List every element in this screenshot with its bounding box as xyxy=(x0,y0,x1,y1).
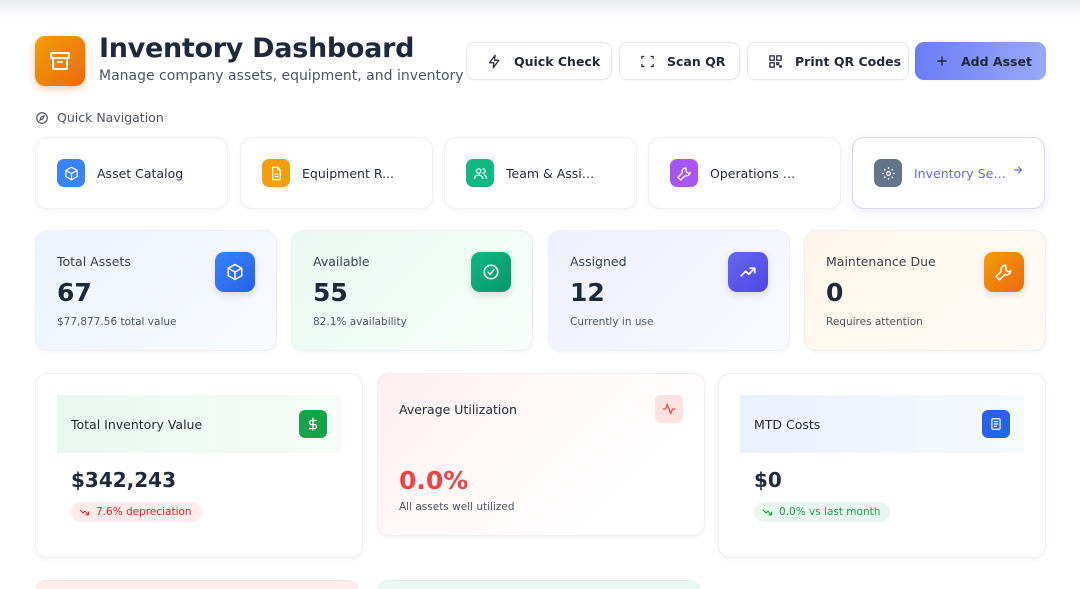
scan-icon xyxy=(641,55,654,67)
scan-qr-label: Scan QR xyxy=(667,53,726,69)
stat-card-maintenance-due[interactable]: Maintenance Due 0 Requires attention xyxy=(804,230,1046,351)
trending-down-icon xyxy=(79,509,90,515)
metric-label: MTD Costs xyxy=(754,416,821,432)
metric-header: Total Inventory Value xyxy=(57,395,341,453)
arrow-right-icon xyxy=(1013,166,1023,174)
metric-card-mtd-costs[interactable]: MTD Costs $0 0.0% vs last month xyxy=(718,373,1046,558)
wrench-icon xyxy=(670,159,698,187)
stat-value: 67 xyxy=(57,278,92,307)
check-circle-icon xyxy=(471,252,511,292)
activity-icon xyxy=(655,395,683,423)
metric-value: $0 xyxy=(754,468,782,492)
mtd-change-badge: 0.0% vs last month xyxy=(754,502,891,522)
stat-subtext: 82.1% availability xyxy=(313,316,407,328)
stat-label: Assigned xyxy=(570,254,627,269)
nav-card-label: Equipment R... xyxy=(302,165,394,181)
metric-label: Average Utilization xyxy=(399,402,517,417)
print-qr-codes-label: Print QR Codes xyxy=(795,53,902,69)
compass-icon xyxy=(36,111,48,124)
depreciation-text: 7.6% depreciation xyxy=(96,506,192,518)
stat-card-total-assets[interactable]: Total Assets 67 $77,877.56 total value xyxy=(35,230,277,351)
scan-qr-button[interactable]: Scan QR xyxy=(619,42,740,80)
stat-value: 12 xyxy=(570,278,605,307)
archive-icon xyxy=(35,36,85,86)
qr-code-icon xyxy=(769,54,782,68)
stat-subtext: $77,877.56 total value xyxy=(57,316,177,328)
print-qr-codes-button[interactable]: Print QR Codes xyxy=(747,42,909,80)
quick-check-label: Quick Check xyxy=(514,53,601,69)
card-partial-bottom-left xyxy=(35,580,359,589)
add-asset-label: Add Asset xyxy=(961,53,1032,69)
plus-icon xyxy=(937,56,947,66)
metric-subtext: All assets well utilized xyxy=(399,501,515,513)
nav-card-operations[interactable]: Operations C... xyxy=(648,137,841,209)
box-icon xyxy=(215,252,255,292)
metric-label: Total Inventory Value xyxy=(71,416,203,432)
page-title: Inventory Dashboard xyxy=(99,33,415,64)
window-top-shadow xyxy=(0,0,1080,18)
metric-value: $342,243 xyxy=(71,468,177,492)
quick-check-button[interactable]: Quick Check xyxy=(466,42,612,80)
trending-down-icon xyxy=(762,509,773,515)
stat-subtext: Requires attention xyxy=(826,316,923,328)
nav-card-inventory-settings[interactable]: Inventory Set... xyxy=(852,137,1045,209)
document-icon xyxy=(262,159,290,187)
nav-card-label: Team & Assig... xyxy=(506,165,598,181)
dollar-icon xyxy=(299,410,327,438)
metric-value: 0.0% xyxy=(399,466,469,495)
metric-header: MTD Costs xyxy=(740,395,1024,453)
nav-card-label: Asset Catalog xyxy=(97,165,184,181)
lightning-icon xyxy=(488,54,500,68)
quick-navigation-heading: Quick Navigation xyxy=(35,110,164,125)
metric-card-average-utilization[interactable]: Average Utilization 0.0% All assets well… xyxy=(377,373,705,536)
stat-value: 55 xyxy=(313,278,348,307)
nav-card-equipment[interactable]: Equipment R... xyxy=(240,137,433,209)
wrench-icon xyxy=(984,252,1024,292)
users-icon xyxy=(466,159,494,187)
stat-value: 0 xyxy=(826,278,844,307)
stat-card-assigned[interactable]: Assigned 12 Currently in use xyxy=(548,230,790,351)
stat-subtext: Currently in use xyxy=(570,316,654,328)
mtd-change-text: 0.0% vs last month xyxy=(779,506,881,518)
quick-navigation-label: Quick Navigation xyxy=(57,110,164,125)
stat-label: Maintenance Due xyxy=(826,254,936,269)
metric-card-total-inventory-value[interactable]: Total Inventory Value $342,243 7.6% depr… xyxy=(35,373,363,558)
stat-label: Total Assets xyxy=(57,254,131,269)
add-asset-button[interactable]: Add Asset xyxy=(915,42,1046,80)
depreciation-badge: 7.6% depreciation xyxy=(71,502,202,522)
gear-icon xyxy=(874,159,902,187)
nav-card-label: Inventory Set... xyxy=(914,165,1006,181)
receipt-icon xyxy=(982,410,1010,438)
trending-up-icon xyxy=(728,252,768,292)
page-subtitle: Manage company assets, equipment, and in… xyxy=(99,68,464,84)
box-icon xyxy=(57,159,85,187)
nav-card-asset-catalog[interactable]: Asset Catalog xyxy=(35,137,228,209)
nav-card-team-assignments[interactable]: Team & Assig... xyxy=(444,137,637,209)
stat-label: Available xyxy=(313,254,370,269)
nav-card-label: Operations C... xyxy=(710,165,802,181)
card-partial-bottom-middle xyxy=(377,580,701,589)
stat-card-available[interactable]: Available 55 82.1% availability xyxy=(291,230,533,351)
